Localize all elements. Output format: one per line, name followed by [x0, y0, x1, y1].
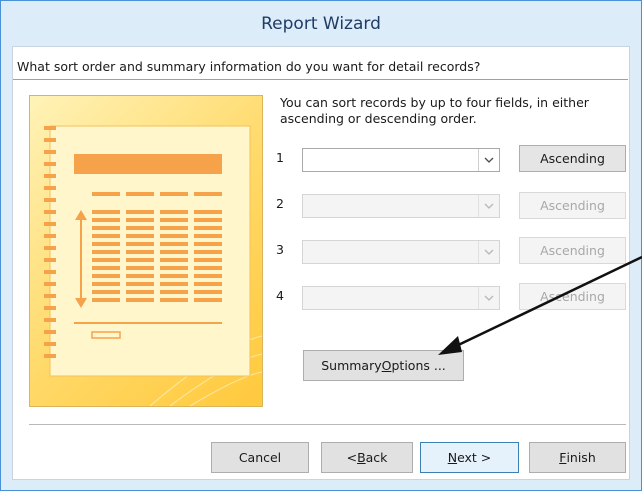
chevron-down-icon[interactable]: [478, 287, 499, 309]
back-button[interactable]: < Back: [321, 442, 413, 473]
sort-order-2-button[interactable]: Ascending: [519, 192, 626, 219]
chevron-down-icon[interactable]: [478, 195, 499, 217]
back-mnemonic: B: [357, 450, 366, 465]
report-sort-illustration: [29, 95, 263, 407]
finish-label-post: inish: [566, 450, 596, 465]
sort-field-1-combo[interactable]: [302, 148, 500, 172]
next-button[interactable]: Next >: [420, 442, 519, 473]
sort-row-3-number: 3: [276, 242, 284, 257]
back-label-pre: <: [346, 450, 358, 465]
wizard-question: What sort order and summary information …: [17, 59, 481, 74]
cancel-label: Cancel: [238, 450, 282, 465]
window-title: Report Wizard: [261, 14, 381, 34]
next-label-post: ext >: [457, 450, 492, 465]
sort-row-1-number: 1: [276, 150, 284, 165]
summary-options-button[interactable]: Summary Options ...: [303, 350, 464, 381]
chevron-down-icon[interactable]: [478, 149, 499, 171]
sort-field-3-combo[interactable]: [302, 240, 500, 264]
finish-mnemonic: F: [559, 450, 567, 465]
question-divider: [13, 79, 628, 80]
finish-button[interactable]: Finish: [529, 442, 626, 473]
sort-instructions: You can sort records by up to four field…: [280, 95, 589, 126]
sort-row-4-number: 4: [276, 288, 284, 303]
sort-field-2-combo[interactable]: [302, 194, 500, 218]
chevron-down-icon[interactable]: [478, 241, 499, 263]
back-label-post: ack: [365, 450, 388, 465]
sort-order-4-button[interactable]: Ascending: [519, 283, 626, 310]
sort-order-3-button[interactable]: Ascending: [519, 237, 626, 264]
sort-field-4-combo[interactable]: [302, 286, 500, 310]
cancel-button[interactable]: Cancel: [211, 442, 309, 473]
summary-options-mnemonic: O: [381, 358, 392, 373]
footer-divider: [29, 424, 626, 425]
next-mnemonic: N: [447, 450, 458, 465]
summary-options-label-post: ptions ...: [391, 358, 446, 373]
report-page-icon: [44, 125, 262, 406]
sort-row-2-number: 2: [276, 196, 284, 211]
summary-options-label-pre: Summary: [321, 358, 382, 373]
sort-order-1-button[interactable]: Ascending: [519, 145, 626, 172]
